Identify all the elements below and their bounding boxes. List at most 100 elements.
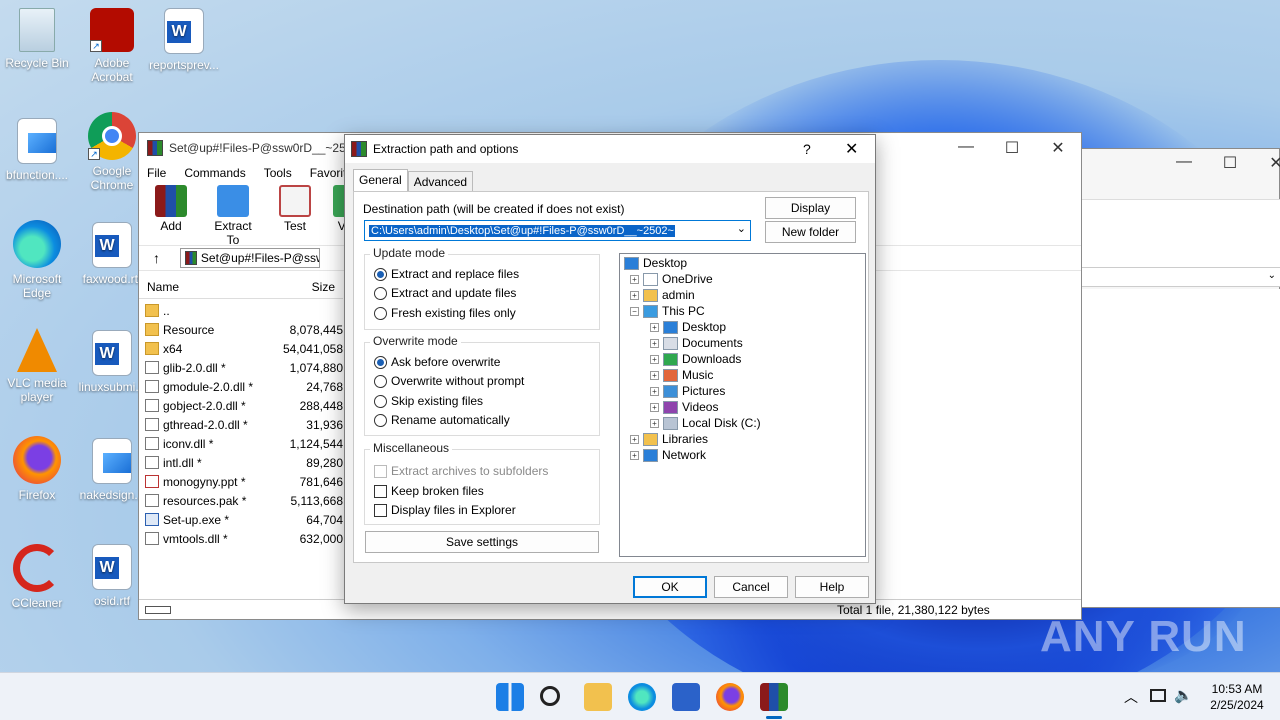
- menu-commands[interactable]: Commands: [184, 166, 245, 180]
- desktop-icon-microsoft-edge[interactable]: Microsoft Edge: [0, 220, 75, 300]
- tree-node[interactable]: + Downloads: [650, 352, 741, 366]
- tree-node[interactable]: + Videos: [650, 400, 718, 414]
- destination-path-input[interactable]: C:\Users\admin\Desktop\Set@up#!Files-P@s…: [364, 220, 751, 241]
- file-row[interactable]: gobject-2.0.dll * 288,448: [139, 396, 343, 415]
- tree-node[interactable]: + admin: [630, 288, 695, 302]
- file-row[interactable]: glib-2.0.dll * 1,074,880: [139, 358, 343, 377]
- file-row[interactable]: ..: [139, 301, 343, 320]
- expand-icon[interactable]: +: [650, 338, 659, 348]
- file-row[interactable]: x64 54,041,058: [139, 339, 343, 358]
- expand-icon[interactable]: +: [650, 418, 659, 428]
- radio-extract-update[interactable]: Extract and update files: [374, 286, 516, 300]
- tree-node[interactable]: + Desktop: [650, 320, 726, 334]
- background-window[interactable]: — ☐ ✕ ⌄: [1080, 148, 1280, 608]
- file-row[interactable]: Resource 8,078,445: [139, 320, 343, 339]
- tree-node[interactable]: + Libraries: [630, 432, 708, 446]
- radio-overwrite-without-prompt[interactable]: Overwrite without prompt: [374, 374, 524, 388]
- close-icon[interactable]: ✕: [845, 139, 858, 159]
- chevron-down-icon[interactable]: ⌄: [1268, 270, 1276, 281]
- tab-advanced[interactable]: Advanced: [407, 171, 474, 192]
- ok-button[interactable]: OK: [633, 576, 707, 598]
- expand-icon[interactable]: +: [650, 370, 659, 380]
- extraction-dialog[interactable]: Extraction path and options ? ✕ General …: [344, 134, 876, 604]
- tab-general[interactable]: General: [353, 169, 408, 192]
- maximize-icon[interactable]: ☐: [1207, 153, 1253, 173]
- radio-skip-existing[interactable]: Skip existing files: [374, 394, 483, 408]
- file-row[interactable]: gthread-2.0.dll * 31,936: [139, 415, 343, 434]
- save-settings-button[interactable]: Save settings: [365, 531, 599, 553]
- desktop-icon-vlc[interactable]: VLC media player: [0, 328, 75, 404]
- menu-file[interactable]: File: [147, 166, 166, 180]
- winrar-taskbar-icon[interactable]: [760, 683, 788, 711]
- background-window-address[interactable]: ⌄: [1081, 267, 1280, 287]
- display-button[interactable]: Display: [765, 197, 856, 219]
- tree-node[interactable]: + Pictures: [650, 384, 725, 398]
- close-icon[interactable]: ✕: [1035, 138, 1081, 158]
- file-row[interactable]: monogyny.ppt * 781,646: [139, 472, 343, 491]
- desktop-icon-recycle-bin[interactable]: Recycle Bin: [0, 8, 75, 70]
- update-mode-title: Update mode: [370, 246, 449, 260]
- expand-icon[interactable]: +: [650, 402, 659, 412]
- checkbox-keep-broken[interactable]: Keep broken files: [374, 484, 484, 498]
- menu-tools[interactable]: Tools: [264, 166, 292, 180]
- desktop-icon-ccleaner[interactable]: CCleaner: [0, 544, 75, 610]
- desktop-icon-adobe-acrobat[interactable]: ↗ Adobe Acrobat: [74, 8, 150, 84]
- file-row[interactable]: resources.pak * 5,113,668: [139, 491, 343, 510]
- firefox-icon[interactable]: [716, 683, 744, 711]
- close-icon[interactable]: ✕: [1253, 153, 1280, 173]
- expand-icon[interactable]: +: [650, 386, 659, 396]
- help-icon[interactable]: ?: [803, 141, 811, 157]
- tree-node[interactable]: + Network: [630, 448, 706, 462]
- clock[interactable]: 10:53 AM 2/25/2024: [1202, 681, 1272, 713]
- store-icon[interactable]: [672, 683, 700, 711]
- checkbox-display-in-explorer[interactable]: Display files in Explorer: [374, 503, 516, 517]
- tree-node[interactable]: − This PC: [630, 304, 705, 318]
- chevron-up-icon[interactable]: ︿: [1124, 687, 1138, 707]
- file-row[interactable]: intl.dll * 89,280: [139, 453, 343, 472]
- radio-extract-replace[interactable]: Extract and replace files: [374, 267, 519, 281]
- tree-node[interactable]: Desktop: [624, 256, 687, 270]
- desktop-icon-firefox[interactable]: Firefox: [0, 436, 75, 502]
- start-icon[interactable]: [496, 683, 524, 711]
- tree-node[interactable]: + Music: [650, 368, 713, 382]
- minimize-icon[interactable]: —: [1161, 153, 1207, 173]
- extract-to-button[interactable]: Extract To: [209, 185, 257, 247]
- chevron-down-icon[interactable]: ⌄: [737, 222, 746, 235]
- file-row[interactable]: gmodule-2.0.dll * 24,768: [139, 377, 343, 396]
- help-button[interactable]: Help: [795, 576, 869, 598]
- up-arrow-icon[interactable]: ↑: [153, 250, 160, 266]
- radio-ask-before[interactable]: Ask before overwrite: [374, 355, 500, 369]
- desktop-icon-reportsprev[interactable]: reportsprev...: [146, 8, 222, 72]
- test-button[interactable]: Test: [271, 185, 319, 235]
- expand-icon[interactable]: +: [630, 450, 639, 460]
- column-size[interactable]: Size: [259, 280, 335, 294]
- folder-tree[interactable]: Desktop + OneDrive + admin − This PC + Desktop + D…: [619, 253, 866, 557]
- file-explorer-icon[interactable]: [584, 683, 612, 711]
- tree-node[interactable]: + Documents: [650, 336, 743, 350]
- new-folder-button[interactable]: New folder: [765, 221, 856, 243]
- expand-icon[interactable]: +: [630, 434, 639, 444]
- expand-icon[interactable]: −: [630, 306, 639, 316]
- cancel-button[interactable]: Cancel: [714, 576, 788, 598]
- edge-icon[interactable]: [628, 683, 656, 711]
- expand-icon[interactable]: +: [630, 290, 639, 300]
- tree-node[interactable]: + Local Disk (C:): [650, 416, 761, 430]
- column-name[interactable]: Name: [139, 280, 259, 294]
- volume-icon[interactable]: 🔈: [1174, 686, 1193, 704]
- expand-icon[interactable]: +: [630, 274, 639, 284]
- network-icon[interactable]: [1150, 689, 1166, 702]
- search-icon[interactable]: [540, 686, 560, 706]
- radio-rename-automatically[interactable]: Rename automatically: [374, 413, 510, 427]
- desktop-icon-bfunction[interactable]: bfunction....: [0, 118, 75, 182]
- add-button[interactable]: Add: [147, 185, 195, 235]
- file-row[interactable]: Set-up.exe * 64,704: [139, 510, 343, 529]
- maximize-icon[interactable]: ☐: [989, 138, 1035, 158]
- tree-node[interactable]: + OneDrive: [630, 272, 713, 286]
- file-row[interactable]: vmtools.dll * 632,000: [139, 529, 343, 548]
- minimize-icon[interactable]: —: [943, 138, 989, 158]
- expand-icon[interactable]: +: [650, 354, 659, 364]
- expand-icon[interactable]: +: [650, 322, 659, 332]
- radio-fresh-existing[interactable]: Fresh existing files only: [374, 306, 516, 320]
- path-field[interactable]: Set@up#!Files-P@ssw0rD: [180, 248, 320, 268]
- file-row[interactable]: iconv.dll * 1,124,544: [139, 434, 343, 453]
